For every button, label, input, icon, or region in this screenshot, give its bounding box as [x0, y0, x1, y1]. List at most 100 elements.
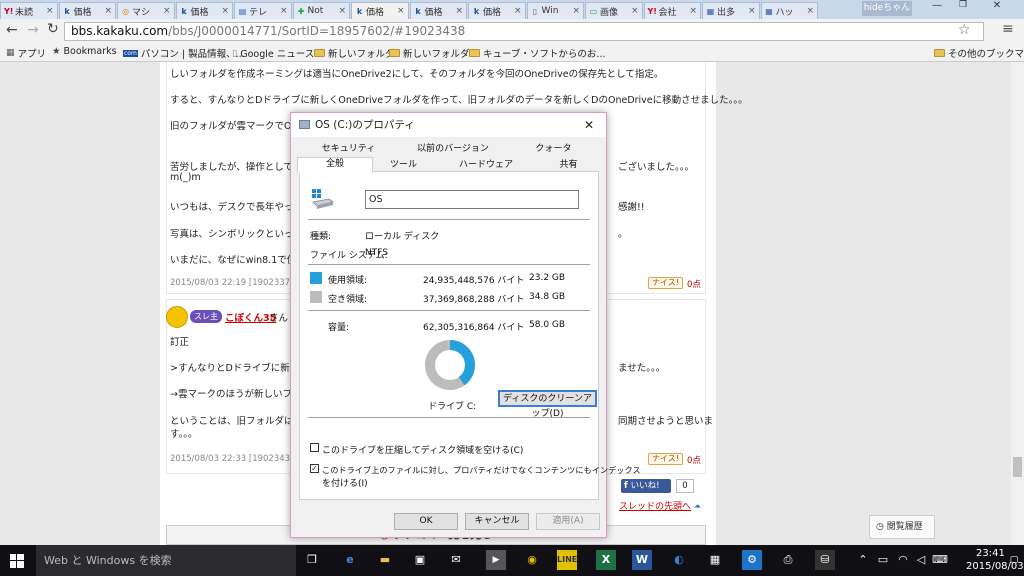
ok-button[interactable]: OK [394, 513, 458, 530]
tab-label: Not [307, 6, 324, 16]
action-center-icon[interactable]: ▢ [1004, 550, 1024, 570]
browser-tab[interactable]: ▦ 出多 × [702, 2, 760, 19]
bookmark-google-news[interactable]: ▯ Google ニュース [232, 46, 314, 61]
chrome-icon[interactable]: ◉ [522, 550, 542, 570]
compress-checkbox[interactable] [310, 443, 319, 452]
tab-close-icon[interactable]: × [397, 6, 405, 16]
browser-tab[interactable]: ▭ 画像 × [585, 2, 643, 19]
browser-tab[interactable]: ▦ ハッ × [760, 2, 818, 19]
keyboard-icon[interactable]: ⌨ [930, 550, 950, 570]
browser-tab[interactable]: k 価格 × [409, 2, 467, 19]
wifi-icon[interactable]: ◠ [893, 550, 913, 570]
tab-close-icon[interactable]: × [689, 6, 697, 16]
volume-name-field[interactable]: OS [365, 190, 579, 209]
tab-close-icon[interactable]: × [338, 6, 346, 16]
address-bar[interactable]: bbs.kakaku.com/bbs/J0000014771/SortID=18… [64, 22, 984, 41]
browser-tab[interactable]: k 価格 × [351, 2, 409, 19]
index-checkbox[interactable]: ✓ [310, 464, 319, 473]
mail-icon[interactable]: ✉ [446, 550, 466, 570]
divider [308, 310, 590, 311]
tab-security[interactable]: セキュリティ [299, 143, 398, 157]
taskbar-search[interactable]: Web と Windows を検索 [36, 545, 296, 576]
tab-quota[interactable]: クォータ [508, 143, 599, 157]
store-icon[interactable]: ▣ [410, 550, 430, 570]
tab-close-icon[interactable]: × [748, 6, 756, 16]
disk-cleanup-button[interactable]: ディスクのクリーンアップ(D) [498, 390, 597, 419]
back-arrow-icon[interactable]: ← [6, 22, 18, 38]
nice-button[interactable]: ナイス! [648, 277, 683, 289]
volume-icon[interactable]: ◁ [911, 550, 931, 570]
settings-icon[interactable]: ⚙ [742, 550, 762, 570]
page-scrollbar[interactable] [1011, 62, 1024, 545]
bookmark-folder-1[interactable]: 新しいフォルダ [314, 46, 395, 60]
scrollbar-thumb[interactable] [1013, 457, 1022, 477]
tab-close-icon[interactable]: × [46, 6, 54, 16]
tray-chevron-icon[interactable]: ⌃ [853, 550, 873, 570]
tab-close-icon[interactable]: × [572, 6, 580, 16]
calculator-icon[interactable]: ▦ [705, 550, 725, 570]
drive-app-icon[interactable]: ⛁ [815, 550, 835, 570]
bookmark-other[interactable]: その他のブックマーク [934, 46, 1024, 60]
profile-name[interactable]: hideちゃん [862, 1, 912, 16]
dialog-titlebar[interactable]: OS (C:)のプロパティ ✕ [291, 113, 606, 137]
history-button[interactable]: ◷ 閲覧履歴 [869, 515, 935, 539]
maximize-button[interactable]: ❐ [951, 0, 975, 15]
browser-tab[interactable]: ✚ Not × [292, 2, 350, 19]
ie-icon[interactable]: ◐ [669, 550, 689, 570]
used-space-swatch [310, 272, 322, 284]
browser-tab[interactable]: k 価格 × [175, 2, 233, 19]
tab-close-icon[interactable]: × [455, 6, 463, 16]
task-view-icon[interactable]: ❐ [302, 550, 322, 570]
tab-close-icon[interactable]: × [163, 6, 171, 16]
browser-tab[interactable]: k 価格 × [58, 2, 116, 19]
browser-tab[interactable]: k 価格 × [468, 2, 526, 19]
like-button[interactable]: f いいね! [621, 479, 671, 493]
free-space-label: 空き領域: [328, 295, 368, 305]
free-space-swatch [310, 291, 322, 303]
tab-close-icon[interactable]: × [221, 6, 229, 16]
browser-tab[interactable]: Y! 未読 × [0, 2, 58, 19]
like-count: 0 [676, 479, 694, 493]
browser-tab[interactable]: ▤ テレ × [234, 2, 292, 19]
browser-tab[interactable]: ▯ Win × [526, 2, 584, 19]
tab-close-icon[interactable]: × [104, 6, 112, 16]
browser-tab[interactable]: Y! 会社 × [643, 2, 701, 19]
tab-general[interactable]: 全般 [297, 157, 373, 173]
word-icon[interactable]: W [632, 550, 652, 570]
bookmark-folder-2[interactable]: 新しいフォルダ2 [389, 46, 476, 60]
minimize-button[interactable]: — [925, 0, 949, 15]
close-window-button[interactable]: ✕ [977, 0, 1017, 15]
nice-button[interactable]: ナイス! [648, 453, 683, 465]
notification-icon[interactable]: ▭ [873, 550, 893, 570]
dialog-close-button[interactable]: ✕ [584, 113, 594, 137]
windows-start-icon[interactable] [10, 554, 24, 568]
used-space-bytes: 24,935,448,576 バイト [423, 276, 525, 286]
edge-icon[interactable]: e [340, 550, 360, 570]
tab-previous-versions[interactable]: 以前のバージョン [398, 143, 508, 157]
file-explorer-icon[interactable]: ▬ [375, 550, 395, 570]
thread-top-link[interactable]: スレッドの先頭へ ⏶ [619, 499, 701, 512]
tab-close-icon[interactable]: × [631, 6, 639, 16]
bookmark-apps[interactable]: ▦ アプリ [6, 46, 46, 60]
bookmark-bookmarks[interactable]: ★ Bookmarks [52, 46, 117, 57]
tab-close-icon[interactable]: × [514, 6, 522, 16]
excel-icon[interactable]: X [596, 550, 616, 570]
apply-button[interactable]: 適用(A) [536, 513, 600, 530]
cancel-button[interactable]: キャンセル [465, 513, 529, 530]
tab-close-icon[interactable]: × [280, 6, 288, 16]
post-line-tail: 感謝!! [618, 202, 645, 213]
printer-icon[interactable]: ⎙ [778, 550, 798, 570]
tab-close-icon[interactable]: × [806, 6, 814, 16]
forward-arrow-icon[interactable]: → [27, 22, 39, 38]
line-icon[interactable]: LINE [557, 550, 577, 570]
bookmark-pc-info[interactable]: com パソコン | 製品情報、... [123, 46, 245, 60]
browser-tab[interactable]: ◎ マシ × [117, 2, 175, 19]
media-icon[interactable]: ▶ [486, 550, 506, 570]
reload-icon[interactable]: ↻ [47, 21, 59, 37]
clock-time[interactable]: 23:41 [976, 548, 1005, 559]
tab-favicon-icon: ▯ [532, 6, 538, 16]
facebook-icon: f [624, 481, 631, 491]
bookmark-folder-cube[interactable]: キューブ・ソフトからのお... [469, 46, 606, 60]
bookmark-star-icon[interactable]: ☆ [958, 22, 971, 38]
menu-icon[interactable]: ≡ [1002, 21, 1014, 37]
